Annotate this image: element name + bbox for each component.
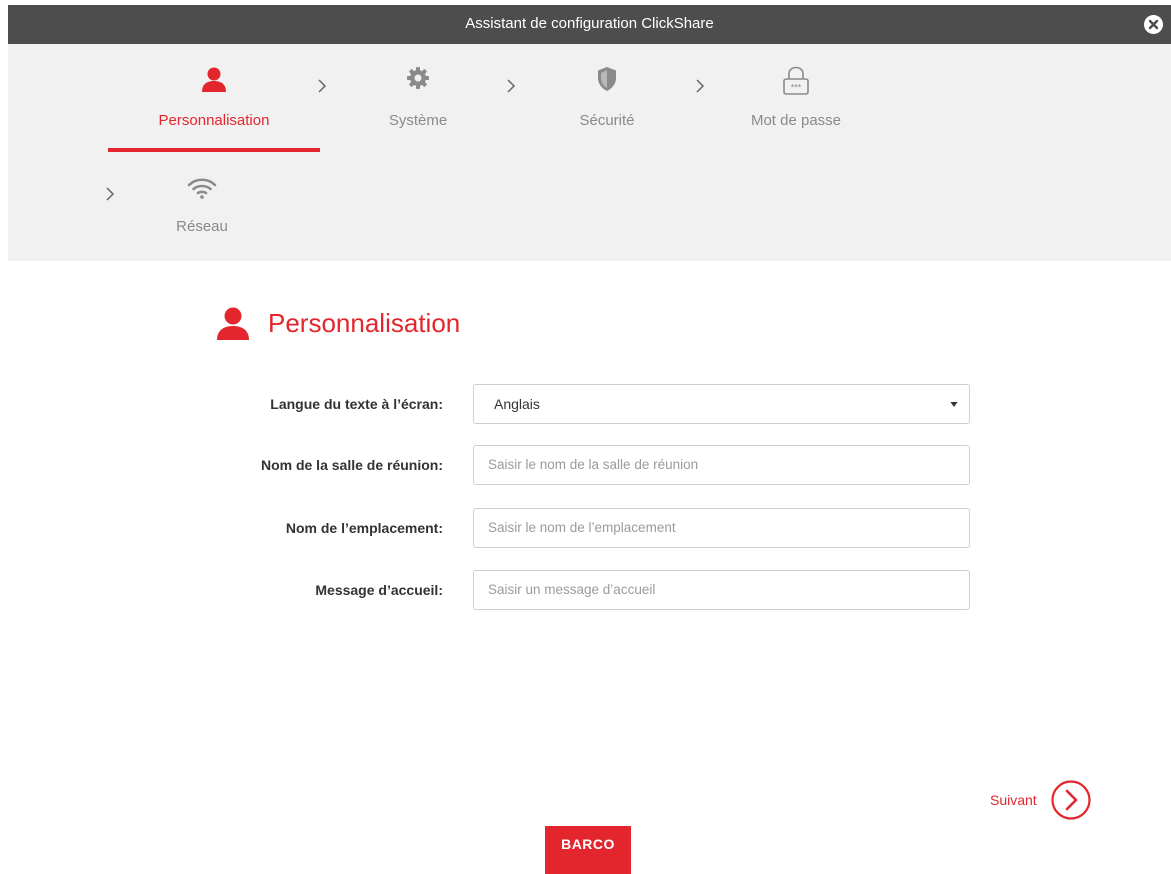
barco-logo: BARCO [545,826,631,874]
page-title: Personnalisation [268,308,461,338]
step-systeme[interactable]: Système [312,66,524,136]
step-label: Sécurité [579,112,635,129]
language-value: Anglais [494,396,540,412]
next-button[interactable]: Suivant [990,780,1100,822]
close-icon [1148,19,1159,30]
step-personnalisation[interactable]: Personnalisation [108,66,320,176]
title-bar: Assistant de configuration ClickShare [8,5,1171,44]
form-row-room-name: Nom de la salle de réunion: Saisir le no… [200,445,970,485]
location-input[interactable]: Saisir le nom de l’emplacement [473,508,970,548]
language-select[interactable]: Anglais [473,384,970,424]
step-mot-de-passe[interactable]: *** Mot de passe [690,66,902,136]
user-icon [217,307,249,340]
location-placeholder: Saisir le nom de l’emplacement [488,520,676,535]
field-label: Langue du texte à l’écran: [270,396,443,412]
user-icon [108,66,320,100]
field-label: Nom de la salle de réunion: [260,457,443,473]
next-label: Suivant [990,792,1037,808]
step-label: Mot de passe [750,112,842,129]
logo-text: BARCO [561,836,615,852]
active-step-indicator [108,148,320,152]
close-button[interactable] [1144,15,1163,34]
dropdown-arrow-icon [950,402,958,407]
wizard-steps: Personnalisation Système Sécurité *** Mo… [8,44,1171,261]
step-reseau[interactable]: Réseau [96,176,308,238]
room-name-placeholder: Saisir le nom de la salle de réunion [488,457,699,472]
form-row-welcome: Message d’accueil: Saisir un message d’a… [200,570,970,610]
window-title: Assistant de configuration ClickShare [465,15,714,32]
lock-icon: *** [690,66,902,100]
chevron-right-circle-icon [1051,780,1091,820]
step-label: Personnalisation [158,112,270,129]
step-label: Réseau [176,218,228,235]
step-securite[interactable]: Sécurité [501,66,713,136]
field-label: Nom de l’emplacement: [285,520,443,536]
welcome-message-placeholder: Saisir un message d’accueil [488,582,656,597]
welcome-message-input[interactable]: Saisir un message d’accueil [473,570,970,610]
form-row-language: Langue du texte à l’écran: Anglais [200,384,970,424]
step-label: Système [388,112,448,129]
field-label: Message d’accueil: [315,582,443,598]
gear-icon [312,66,524,100]
room-name-input[interactable]: Saisir le nom de la salle de réunion [473,445,970,485]
svg-text:***: *** [791,83,802,93]
wifi-icon [96,176,308,210]
shield-icon [501,66,713,100]
form-row-location: Nom de l’emplacement: Saisir le nom de l… [200,508,970,548]
